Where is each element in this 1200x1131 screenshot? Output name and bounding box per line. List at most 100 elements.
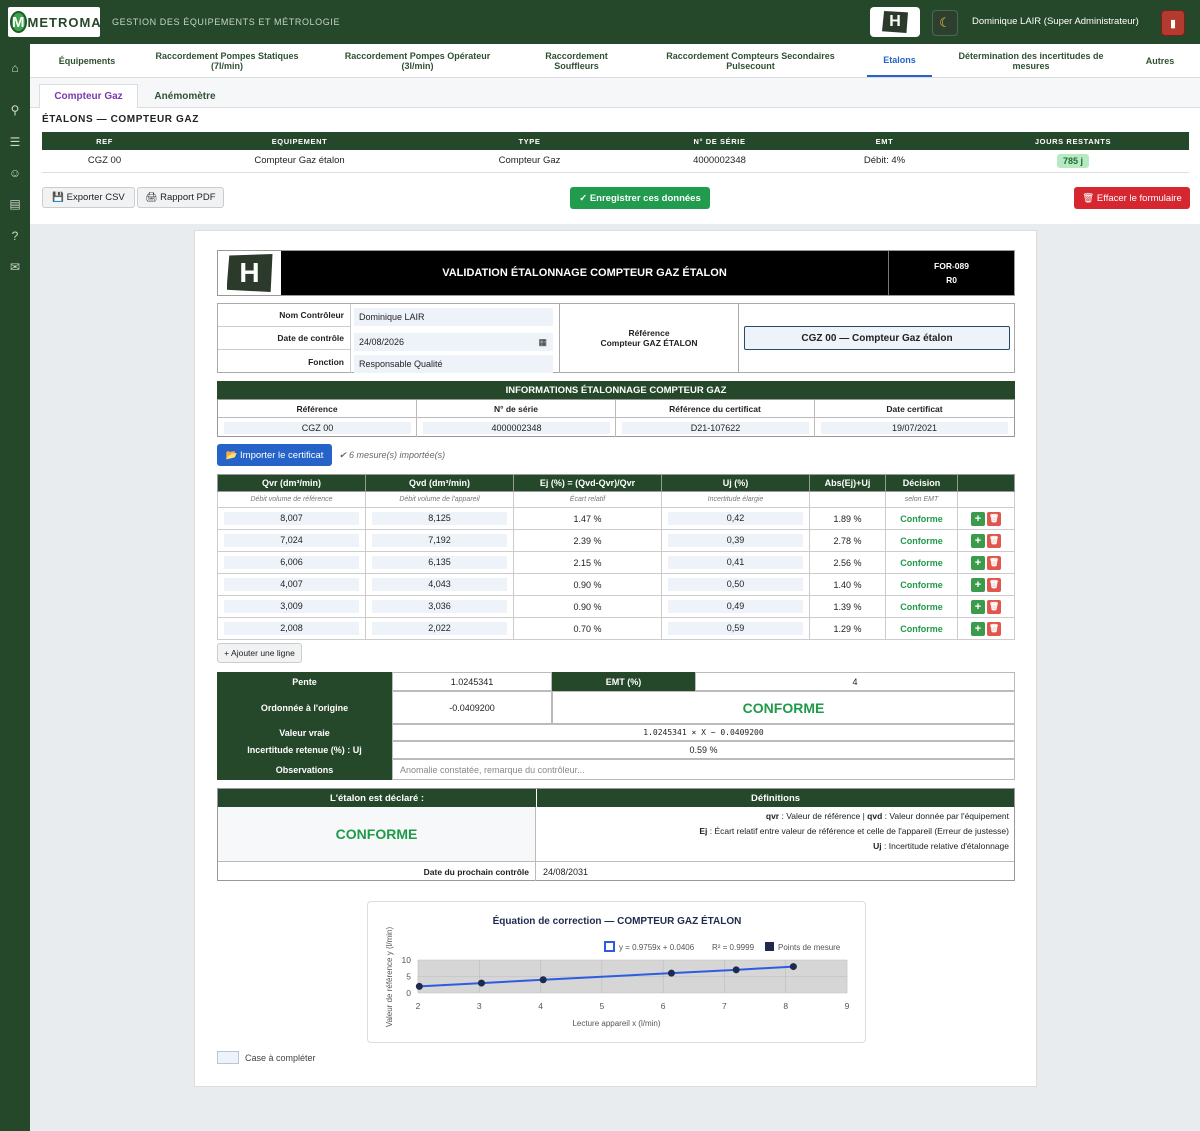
qvd-input[interactable]: 8,125	[372, 512, 507, 525]
subtab-anemometre[interactable]: Anémomètre	[144, 84, 226, 108]
help-icon[interactable]: ?	[5, 227, 25, 245]
moon-icon[interactable]: ☾	[932, 10, 958, 36]
tab-compteurs-secondaires[interactable]: Raccordement Compteurs Secondaires Pulse…	[658, 44, 843, 77]
qvr-input[interactable]: 4,007	[224, 578, 359, 591]
info-reference-field[interactable]: CGZ 00	[224, 422, 411, 434]
uj-input[interactable]: 0,49	[668, 600, 803, 613]
logout-icon[interactable]: ▮	[1161, 10, 1185, 36]
ej-value: 0.90 %	[573, 579, 602, 590]
tab-autres[interactable]: Autres	[1135, 44, 1185, 77]
qvr-input[interactable]: 8,007	[224, 512, 359, 525]
measure-row: 7,024 7,192 2.39 % 0,39 2.78 % Conforme + 🗑	[217, 529, 1015, 552]
plus-icon[interactable]: +	[971, 511, 985, 526]
tab-equipements[interactable]: Équipements	[47, 44, 127, 77]
qvd-input[interactable]: 6,135	[372, 556, 507, 569]
col-uj: Uj (%)	[661, 474, 810, 492]
true-value-label: Valeur vraie	[217, 724, 392, 741]
controller-name-field[interactable]: Dominique LAIR	[354, 308, 553, 326]
uj-input[interactable]: 0,42	[668, 512, 803, 525]
data-point	[667, 969, 675, 977]
search-icon[interactable]: ⚲	[5, 101, 25, 119]
trash-icon[interactable]: 🗑	[987, 621, 1001, 636]
qvr-input[interactable]: 2,008	[224, 622, 359, 635]
info-header: Date certificat	[815, 400, 1014, 418]
qvd-input[interactable]: 3,036	[372, 600, 507, 613]
col-serie: N° DE SÉRIE	[627, 132, 812, 150]
abs-value: 1.89 %	[833, 513, 862, 524]
export-csv-button[interactable]: 💾 Exporter CSV	[42, 187, 135, 208]
app-logo[interactable]: M METROMAT	[8, 7, 109, 37]
abs-value: 2.56 %	[833, 557, 862, 568]
uj-input[interactable]: 0,59	[668, 622, 803, 635]
tab-pompes-operateur[interactable]: Raccordement Pompes Opérateur (3l/min)	[330, 44, 505, 77]
trash-icon[interactable]: 🗑	[987, 511, 1001, 526]
trash-icon[interactable]: 🗑	[987, 555, 1001, 570]
save-button[interactable]: ✓ Enregistrer ces données	[570, 187, 710, 209]
y-tick-label: 0	[406, 988, 411, 998]
definitions-text: qvr : Valeur de référence | qvd : Valeur…	[699, 811, 1009, 851]
x-tick-label: 3	[477, 1001, 482, 1011]
company-logo-button[interactable]: H	[870, 7, 920, 37]
control-date-field[interactable]: 24/08/2026 ▦	[354, 333, 553, 351]
qvr-input[interactable]: 6,006	[224, 556, 359, 569]
tab-etalons[interactable]: Etalons	[867, 44, 932, 77]
etalons-table: REF EQUIPEMENT TYPE N° DE SÉRIE EMT JOUR…	[42, 132, 1189, 173]
plus-icon[interactable]: +	[971, 577, 985, 592]
main-nav: Équipements Raccordement Pompes Statique…	[30, 44, 1200, 78]
next-control-date[interactable]: 24/08/2031	[543, 862, 588, 881]
x-axis-label: Lecture appareil x (l/min)	[572, 1019, 660, 1028]
user-icon[interactable]: ☺	[5, 164, 25, 182]
clear-form-button[interactable]: 🗑 Effacer le formulaire	[1074, 187, 1190, 209]
legend-line-swatch	[604, 941, 615, 952]
tab-pompes-statiques[interactable]: Raccordement Pompes Statiques (7l/min)	[142, 44, 312, 77]
uj-input[interactable]: 0,41	[668, 556, 803, 569]
add-row-button[interactable]: + Ajouter une ligne	[217, 643, 302, 663]
document-icon[interactable]: ▤	[5, 195, 25, 213]
trash-icon[interactable]: 🗑	[987, 533, 1001, 548]
info-serial-field[interactable]: 4000002348	[423, 422, 610, 434]
declared-title: L'étalon est déclaré :	[218, 789, 536, 807]
sidebar: ⌂ ⚲ ☰ ☺ ▤ ? ✉	[0, 44, 30, 1131]
info-grid: Référence CGZ 00 N° de série 4000002348 Ré…	[217, 399, 1015, 437]
uj-input[interactable]: 0,39	[668, 534, 803, 547]
home-icon[interactable]: ⌂	[5, 59, 25, 77]
function-field[interactable]: Responsable Qualité	[354, 355, 553, 373]
qvd-input[interactable]: 2,022	[372, 622, 507, 635]
sub-tabs: Compteur Gaz Anémomètre	[30, 78, 1200, 108]
user-name[interactable]: Dominique LAIR (Super Administrateur)	[972, 16, 1139, 27]
table-row[interactable]: CGZ 00 Compteur Gaz étalon Compteur Gaz …	[42, 150, 1189, 173]
pdf-report-button[interactable]: 🖨 Rapport PDF	[137, 187, 224, 208]
emt-value: 4	[695, 672, 1015, 691]
plus-icon[interactable]: +	[971, 533, 985, 548]
observations-input[interactable]: Anomalie constatée, remarque du contrôle…	[392, 759, 1015, 780]
plus-icon[interactable]: +	[971, 621, 985, 636]
plus-icon[interactable]: +	[971, 555, 985, 570]
info-date-field[interactable]: 19/07/2021	[821, 422, 1008, 434]
trash-icon[interactable]: 🗑	[987, 577, 1001, 592]
intercept-label: Ordonnée à l'origine	[217, 691, 392, 724]
company-logo-icon: H	[882, 11, 908, 33]
plus-icon[interactable]: +	[971, 599, 985, 614]
tab-incertitudes[interactable]: Détermination des incertitudes de mesure…	[947, 44, 1115, 77]
info-header: Référence	[218, 400, 416, 418]
reference-select[interactable]: CGZ 00 — Compteur Gaz étalon	[744, 326, 1010, 350]
correction-chart: Équation de correction — COMPTEUR GAZ ÉT…	[367, 901, 866, 1043]
x-tick-label: 8	[783, 1001, 788, 1011]
mail-icon[interactable]: ✉	[5, 258, 25, 276]
info-certificate-field[interactable]: D21-107622	[622, 422, 809, 434]
calendar-icon[interactable]: ▦	[538, 337, 547, 348]
sliders-icon[interactable]: ☰	[5, 133, 25, 151]
form-title: VALIDATION ÉTALONNAGE COMPTEUR GAZ ÉTALO…	[442, 267, 727, 279]
ej-value: 2.39 %	[573, 535, 602, 546]
tab-souffleurs[interactable]: Raccordement Souffleurs	[535, 44, 618, 77]
trash-icon[interactable]: 🗑	[987, 599, 1001, 614]
uj-input[interactable]: 0,50	[668, 578, 803, 591]
true-value-formula: 1.0245341 × X − 0.0409200	[392, 724, 1015, 741]
qvr-input[interactable]: 7,024	[224, 534, 359, 547]
qvd-input[interactable]: 7,192	[372, 534, 507, 547]
qvr-input[interactable]: 3,009	[224, 600, 359, 613]
subtab-compteur-gaz[interactable]: Compteur Gaz	[39, 84, 138, 108]
import-certificate-button[interactable]: 📂 Importer le certificat	[217, 444, 332, 466]
qvd-input[interactable]: 4,043	[372, 578, 507, 591]
col-abs: Abs(Ej)+Uj	[809, 474, 886, 492]
